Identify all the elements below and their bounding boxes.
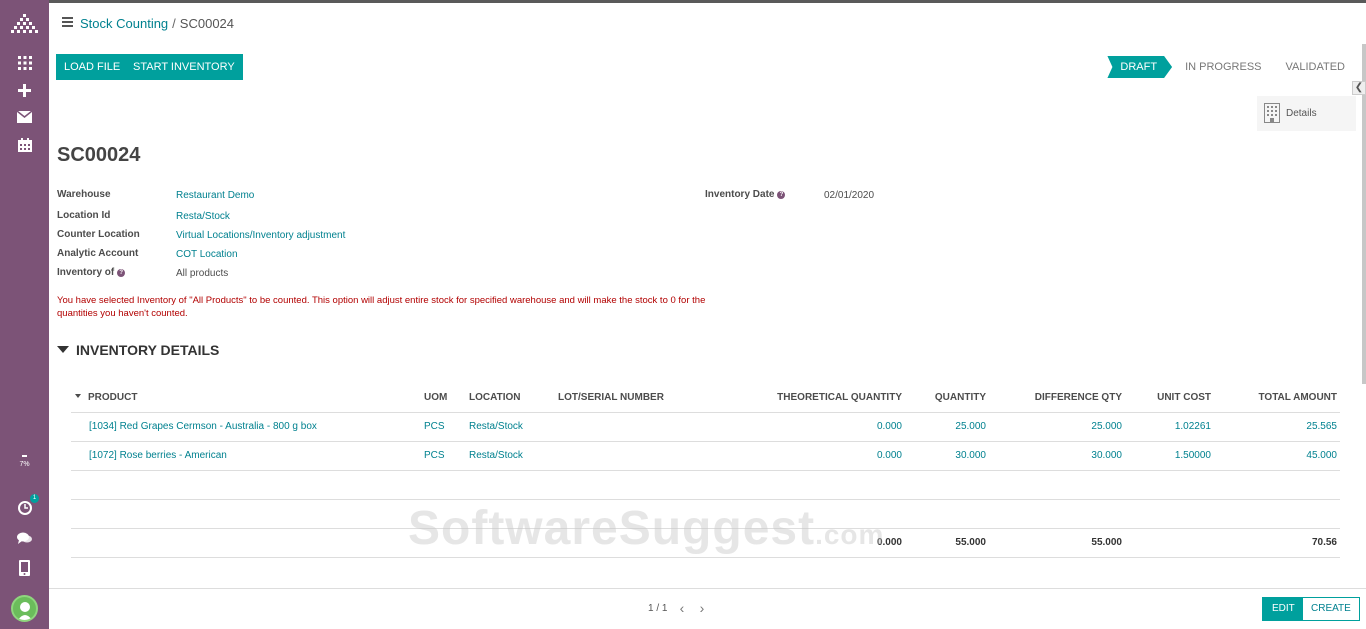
cell-quantity[interactable]: 25.000 [906,421,986,432]
apps-icon[interactable] [14,54,35,72]
row-divider [71,557,1340,558]
cell-unit-cost[interactable]: 1.02261 [1131,421,1211,432]
inventory-of-label: Inventory of? [57,267,126,278]
progress-percent: 7% [19,461,30,468]
stage-in-progress[interactable]: IN PROGRESS [1172,56,1272,78]
inventory-of-label-text: Inventory of [57,267,115,278]
total-quantity: 55.000 [955,537,986,548]
activity-count-badge: 1 [30,494,39,503]
inventory-date-label-text: Inventory Date [705,189,775,200]
counter-location-value[interactable]: Virtual Locations/Inventory adjustment [176,230,345,241]
phone-icon[interactable] [14,559,35,577]
row-divider [71,499,1340,500]
column-header-product[interactable]: PRODUCT [75,392,137,403]
sort-caret-icon [75,394,81,398]
inventory-details-toggle[interactable]: INVENTORY DETAILS [57,342,219,358]
chat-icon[interactable] [14,529,35,547]
row-divider [71,441,1340,442]
cell-product[interactable]: [1034] Red Grapes Cermson - Australia - … [89,421,317,432]
chevron-left-icon[interactable]: ‹ [675,600,689,616]
footer-bar: 1 / 1 ‹ › EDIT CREATE [49,588,1366,629]
cell-difference[interactable]: 25.000 [991,421,1122,432]
column-header-lot[interactable]: LOT/SERIAL NUMBER [558,392,664,403]
location-value[interactable]: Resta/Stock [176,211,230,222]
progress-indicator: 7% [0,455,49,470]
warehouse-value[interactable]: Restaurant Demo [176,190,254,201]
cell-location[interactable]: Resta/Stock [469,421,523,432]
inventory-date-value[interactable]: 02/01/2020 [824,190,874,201]
details-smart-button[interactable]: Details [1257,96,1356,131]
control-panel-top: Stock Counting / SC00024 [49,0,1366,44]
record-title: SC00024 [57,144,141,166]
inventory-of-value[interactable]: All products [176,268,228,279]
app-sidebar: 7% 1 [0,0,49,629]
chevron-left-icon[interactable]: ❮ [1352,81,1366,95]
watermark: SoftwareSuggest.com [408,501,884,556]
row-divider [71,412,1340,413]
pager-value[interactable]: 1 / 1 [648,603,667,614]
column-header-total[interactable]: TOTAL AMOUNT [1221,392,1337,403]
cell-total[interactable]: 25.565 [1221,421,1337,432]
status-bar: DRAFT IN PROGRESS VALIDATED [1107,56,1356,78]
breadcrumb-separator: / [172,16,176,31]
cell-theoretical[interactable]: 0.000 [731,450,902,461]
cell-product[interactable]: [1072] Rose berries - American [89,450,227,461]
company-logo[interactable] [7,12,43,38]
warning-message: You have selected Inventory of "All Prod… [57,295,706,319]
create-button[interactable]: CREATE [1302,597,1360,621]
menu-toggle-icon[interactable] [62,17,73,27]
caret-down-icon [57,346,69,353]
vertical-scrollbar[interactable] [1362,44,1366,384]
column-header-location[interactable]: LOCATION [469,392,520,403]
inventory-date-label: Inventory Date? [705,189,786,200]
help-icon[interactable]: ? [777,191,786,199]
warehouse-label: Warehouse [57,189,111,200]
load-file-button[interactable]: LOAD FILE [56,54,129,80]
watermark-suffix: .com [815,519,885,550]
building-icon [1264,103,1280,123]
details-label: Details [1286,108,1317,119]
cell-theoretical[interactable]: 0.000 [731,421,902,432]
location-label: Location Id [57,210,111,221]
user-avatar[interactable] [11,595,38,622]
calendar-icon[interactable] [14,136,35,154]
total-difference: 55.000 [1091,537,1122,548]
help-icon[interactable]: ? [117,269,126,277]
analytic-account-label: Analytic Account [57,248,139,259]
cell-uom[interactable]: PCS [424,450,445,461]
mail-icon[interactable] [14,108,35,126]
column-header-theoretical[interactable]: THEORETICAL QUANTITY [731,392,902,403]
column-header-quantity[interactable]: QUANTITY [906,392,986,403]
analytic-account-value[interactable]: COT Location [176,249,238,260]
watermark-main: SoftwareSuggest [408,502,816,555]
counter-location-label: Counter Location [57,229,140,240]
section-title: INVENTORY DETAILS [76,342,220,358]
column-header-uom[interactable]: UOM [424,392,447,403]
column-header-unit-cost[interactable]: UNIT COST [1131,392,1211,403]
plus-icon[interactable] [14,81,35,99]
product-header-label: PRODUCT [88,392,138,403]
cell-quantity[interactable]: 30.000 [906,450,986,461]
total-amount: 70.56 [1311,537,1337,548]
row-divider [71,470,1340,471]
column-header-difference[interactable]: DIFFERENCE QTY [991,392,1122,403]
breadcrumb: Stock Counting / SC00024 [80,16,234,32]
stage-validated[interactable]: VALIDATED [1273,56,1357,78]
stage-draft[interactable]: DRAFT [1107,56,1172,78]
activity-icon[interactable]: 1 [14,494,39,517]
edit-button[interactable]: EDIT [1262,597,1305,621]
cell-unit-cost[interactable]: 1.50000 [1131,450,1211,461]
cell-total[interactable]: 45.000 [1221,450,1337,461]
cell-uom[interactable]: PCS [424,421,445,432]
breadcrumb-parent-link[interactable]: Stock Counting [80,16,168,31]
cell-difference[interactable]: 30.000 [991,450,1122,461]
chevron-right-icon[interactable]: › [695,600,709,616]
start-inventory-button[interactable]: START INVENTORY [125,54,243,80]
breadcrumb-current: SC00024 [179,16,235,31]
cell-location[interactable]: Resta/Stock [469,450,523,461]
